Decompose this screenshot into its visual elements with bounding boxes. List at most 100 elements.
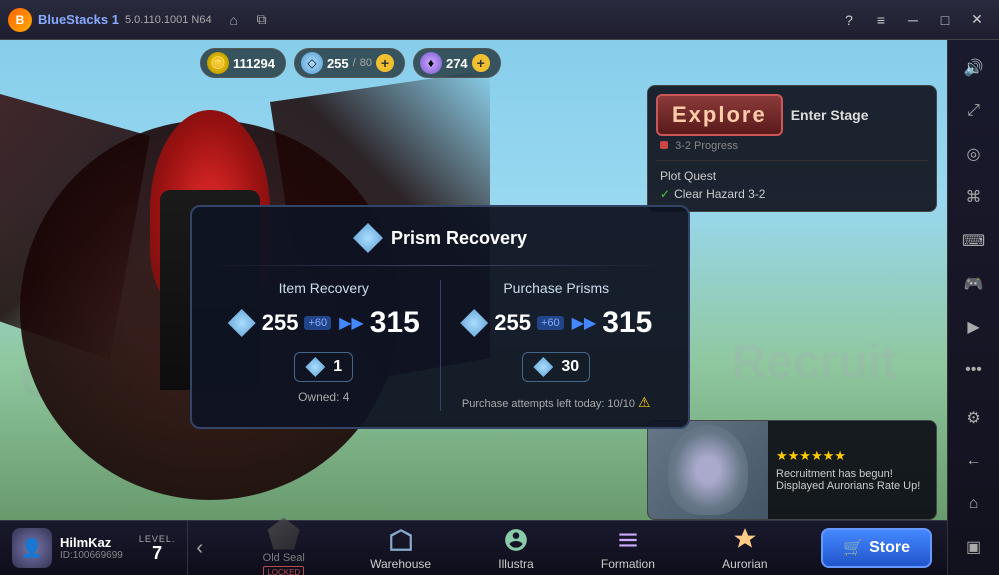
camera-icon[interactable]: ◎: [954, 135, 994, 174]
home-icon[interactable]: ⌂: [224, 10, 244, 30]
player-info: 👤 HilmKaz ID:100669699 LEVEL. 7: [0, 521, 188, 575]
app-title: BlueStacks 1: [38, 12, 119, 27]
recruit-banner-text-area: ★★★★★★ Recruitment has begun! Displayed …: [768, 440, 936, 500]
item-recovery-title: Item Recovery: [279, 280, 369, 296]
item-prism-result: 315: [370, 306, 420, 340]
home-sidebar-icon[interactable]: ⌂: [954, 485, 994, 524]
item-recovery-col: Item Recovery 255 +60 ▶▶ 315 1 Owned: 4: [208, 280, 441, 411]
quest-check-icon: ✓: [660, 187, 670, 201]
item-prism-current: 255: [262, 310, 299, 336]
bottom-nav: 👤 HilmKaz ID:100669699 LEVEL. 7 ‹ Old Se…: [0, 520, 947, 575]
maximize-button[interactable]: □: [931, 6, 959, 34]
prism-add-button[interactable]: +: [376, 54, 394, 72]
qty-purchase-icon: [533, 357, 553, 377]
close-button[interactable]: ✕: [963, 6, 991, 34]
right-sidebar: 🔊 ⤢ ◎ ⌘ ⌨ 🎮 ▶ ••• ⚙ ← ⌂ ▣: [947, 40, 999, 575]
recruit-bg-text: Recruit: [732, 335, 897, 390]
diamond-add-button[interactable]: +: [472, 54, 490, 72]
prism-currency: ◇ 255 / 80 +: [294, 48, 405, 78]
purchase-prism-current: 255: [494, 310, 531, 336]
old-seal-label: Old Seal: [263, 552, 305, 564]
old-seal-icon: [268, 518, 300, 550]
recruit-banner[interactable]: ★★★★★★ Recruitment has begun! Displayed …: [647, 420, 937, 520]
minimize-button[interactable]: ─: [899, 6, 927, 34]
item-plus-badge: +60: [304, 316, 331, 330]
controller-icon[interactable]: ⌘: [954, 178, 994, 217]
store-button[interactable]: 🛒 Store: [821, 528, 932, 568]
gold-icon: 🪙: [207, 52, 229, 74]
progress-text: 3-2 Progress: [656, 140, 928, 152]
volume-icon[interactable]: 🔊: [954, 48, 994, 87]
enter-stage-title: Enter Stage: [791, 107, 869, 123]
warehouse-label: Warehouse: [370, 557, 431, 571]
level-badge: LEVEL. 7: [139, 534, 176, 562]
store-icon: 🛒: [843, 538, 863, 558]
purchase-arrow-icon: ▶▶: [572, 313, 597, 333]
menu-button[interactable]: ≡: [867, 6, 895, 34]
purchase-plus-badge: +60: [537, 316, 564, 330]
warehouse-nav-item[interactable]: Warehouse: [358, 522, 443, 575]
formation-label: Formation: [601, 557, 655, 571]
expand-icon[interactable]: ⤢: [954, 91, 994, 130]
dialog-columns: Item Recovery 255 +60 ▶▶ 315 1 Owned: 4 …: [208, 280, 672, 411]
prism-dialog-icon: [353, 223, 383, 253]
gamepad-icon[interactable]: 🎮: [954, 264, 994, 303]
dialog-title: Prism Recovery: [391, 228, 527, 249]
warehouse-icon: [387, 526, 415, 554]
recruit-stars: ★★★★★★: [776, 448, 928, 464]
aurorian-nav-item[interactable]: Aurorian: [710, 522, 779, 575]
item-qty-value: 1: [333, 358, 342, 376]
macro-icon[interactable]: ▶: [954, 308, 994, 347]
purchase-prisms-title: Purchase Prisms: [503, 280, 609, 296]
purchase-prism-row: 255 +60 ▶▶ 315: [460, 306, 652, 340]
progress-dot: [660, 141, 668, 149]
purchase-qty-input[interactable]: 30: [522, 352, 590, 382]
player-avatar: 👤: [12, 528, 52, 568]
back-icon[interactable]: ←: [954, 441, 994, 480]
prism-icon: ◇: [301, 52, 323, 74]
recruit-char-silhouette: [668, 425, 748, 515]
help-button[interactable]: ?: [835, 6, 863, 34]
recent-icon[interactable]: ▣: [954, 528, 994, 567]
quest-section: Plot Quest ✓ Clear Hazard 3-2: [656, 160, 928, 203]
settings-icon[interactable]: ⚙: [954, 398, 994, 437]
diamond-icon: ♦: [420, 52, 442, 74]
window-icon[interactable]: ⧉: [252, 10, 272, 30]
titlebar-nav-icons: ⌂ ⧉: [224, 10, 272, 30]
purchase-prism-result: 315: [602, 306, 652, 340]
player-details: HilmKaz ID:100669699: [60, 535, 123, 561]
keyboard-icon[interactable]: ⌨: [954, 221, 994, 260]
purchase-attempts-text: Purchase attempts left today: 10/10 ⚠: [462, 394, 651, 411]
locked-badge: LOCKED: [263, 566, 304, 575]
item-qty-input[interactable]: 1: [294, 352, 353, 382]
formation-nav-item[interactable]: Formation: [589, 522, 667, 575]
nav-left-arrow[interactable]: ‹: [188, 537, 211, 560]
explore-button[interactable]: Explore: [656, 94, 783, 136]
nav-items: Old Seal LOCKED Warehouse: [211, 514, 821, 575]
old-seal-nav-item[interactable]: Old Seal LOCKED: [253, 514, 315, 575]
enter-stage-panel: Explore Enter Stage 3-2 Progress Plot Qu…: [647, 85, 937, 212]
level-num: 7: [152, 544, 162, 562]
game-area: Quest Colossus Recruit 🪙 111294 ◇ 255 / …: [0, 40, 947, 575]
aurorian-label: Aurorian: [722, 557, 767, 571]
titlebar: B BlueStacks 1 5.0.110.1001 N64 ⌂ ⧉ ? ≡ …: [0, 0, 999, 40]
diamond-currency: ♦ 274 +: [413, 48, 501, 78]
illustra-label: Illustra: [498, 557, 533, 571]
diamond-value: 274: [446, 56, 468, 71]
illustra-nav-item[interactable]: Illustra: [486, 522, 545, 575]
recruit-banner-image: [648, 421, 768, 519]
window-controls: ? ≡ ─ □ ✕: [835, 6, 991, 34]
gold-currency: 🪙 111294: [200, 48, 286, 78]
recruit-banner-description: Recruitment has begun! Displayed Auroria…: [776, 468, 928, 492]
warning-icon: ⚠: [638, 394, 651, 410]
more-icon[interactable]: •••: [954, 351, 994, 390]
owned-text: Owned: 4: [298, 390, 349, 404]
item-recovery-prism-row: 255 +60 ▶▶ 315: [228, 306, 420, 340]
store-label: Store: [869, 539, 910, 557]
prism-max: /: [353, 57, 356, 69]
purchase-prism-icon: [460, 309, 488, 337]
bluestacks-logo: B: [8, 8, 32, 32]
prism-value: 255: [327, 56, 349, 71]
formation-icon: [614, 526, 642, 554]
illustra-icon: [502, 526, 530, 554]
